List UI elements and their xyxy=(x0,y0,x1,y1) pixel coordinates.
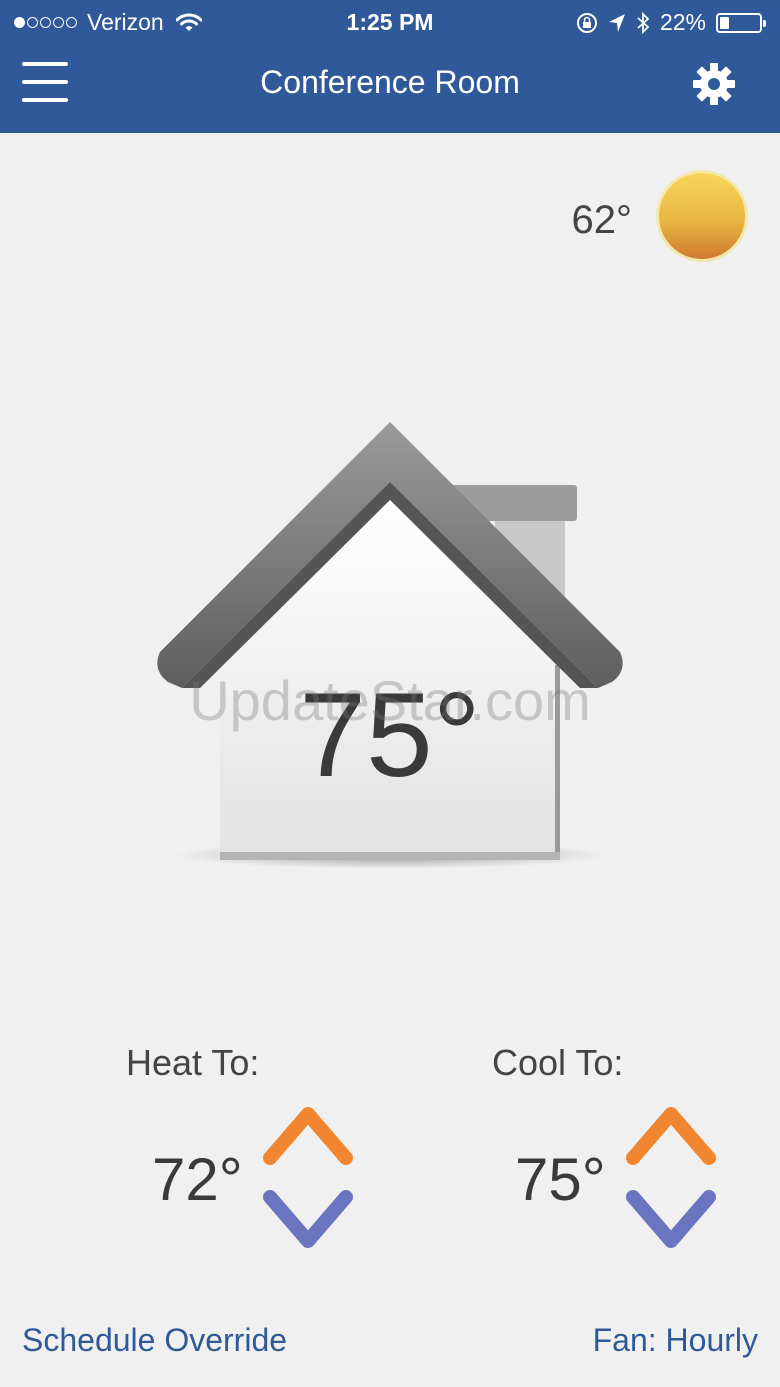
heat-down-arrow-icon[interactable] xyxy=(262,1185,354,1255)
page-title: Conference Room xyxy=(260,64,520,100)
location-arrow-icon xyxy=(608,13,625,32)
fan-mode-link[interactable]: Fan: Hourly xyxy=(593,1322,758,1359)
battery-percent: 22% xyxy=(659,9,706,35)
orientation-lock-icon xyxy=(576,12,597,33)
gear-icon[interactable] xyxy=(690,60,738,108)
battery-icon xyxy=(716,12,766,33)
bluetooth-icon xyxy=(637,11,650,34)
schedule-override-link[interactable]: Schedule Override xyxy=(22,1322,287,1359)
sun-icon xyxy=(656,170,748,262)
cool-down-arrow-icon[interactable] xyxy=(625,1185,717,1255)
cool-up-arrow-icon[interactable] xyxy=(625,1100,717,1170)
cool-to-label: Cool To: xyxy=(492,1042,624,1083)
heat-to-label: Heat To: xyxy=(126,1042,260,1083)
outdoor-temperature: 62° xyxy=(571,198,633,242)
status-right: 22% xyxy=(566,9,766,36)
cool-setpoint-value: 75° xyxy=(515,1146,606,1213)
heat-up-arrow-icon[interactable] xyxy=(262,1100,354,1170)
heat-setpoint-value: 72° xyxy=(152,1146,243,1213)
house-icon xyxy=(157,422,623,869)
status-bar: Verizon 1:25 PM 22% xyxy=(0,0,780,44)
app-header: Verizon 1:25 PM 22% Conference Room xyxy=(0,0,780,133)
indoor-temperature: 75° xyxy=(299,668,481,802)
